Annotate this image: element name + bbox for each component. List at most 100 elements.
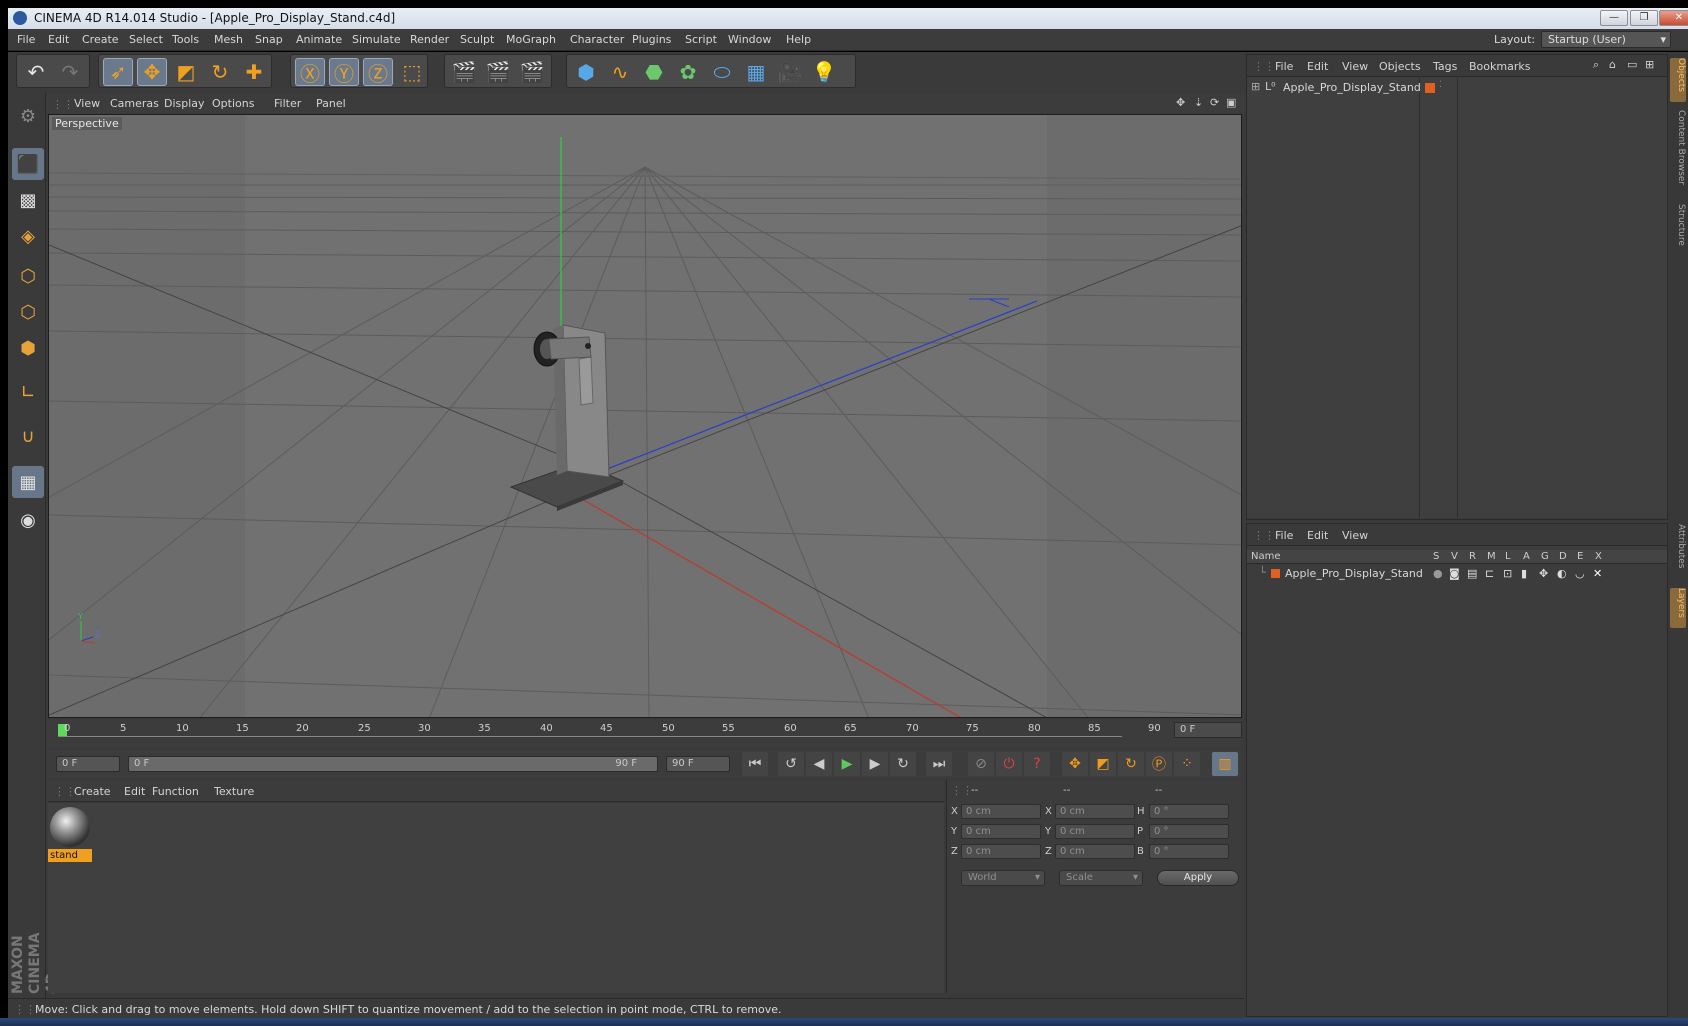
layer-row[interactable]: └ Apple_Pro_Display_Stand ● ◙ ▤ ⊏ ⊡ ▮ ✥ … (1247, 566, 1667, 582)
col-manager[interactable]: M (1487, 551, 1496, 562)
menu-animate[interactable]: Animate (296, 33, 342, 46)
record-keys-icon[interactable]: ⊘ (968, 752, 994, 776)
xref-toggle-icon[interactable]: ✕ (1593, 567, 1602, 580)
light-icon[interactable]: 💡 (809, 58, 839, 86)
points-mode-icon[interactable]: ⬡ (12, 260, 44, 292)
apply-button[interactable]: Apply (1157, 870, 1239, 886)
menu-create[interactable]: Create (82, 33, 119, 46)
menu-plugins[interactable]: Plugins (632, 33, 671, 46)
cube-icon[interactable]: ⬢ (571, 58, 601, 86)
viewport-menu-filter[interactable]: Filter (274, 97, 301, 110)
visibility-dots-icon[interactable]: ⁚ (1439, 80, 1442, 90)
solo-toggle-icon[interactable]: ● (1433, 567, 1443, 580)
perspective-viewport[interactable]: Y Z Perspective (48, 114, 1242, 718)
undo-icon[interactable]: ↶ (21, 58, 51, 86)
size-y-field[interactable]: 0 cm (1055, 824, 1135, 839)
make-editable-icon[interactable]: ⚙ (12, 100, 44, 132)
manager-toggle-icon[interactable]: ⊏ (1485, 567, 1494, 580)
size-x-field[interactable]: 0 cm (1055, 804, 1135, 819)
snap-magnet-icon[interactable]: ∪ (12, 420, 44, 452)
timeline-window-icon[interactable]: ▥ (1212, 752, 1238, 776)
live-selection-icon[interactable]: ➶ (103, 58, 133, 86)
axis-mode-icon[interactable]: ∟ (12, 376, 44, 408)
edges-mode-icon[interactable]: ⬡ (12, 296, 44, 328)
tab-layers[interactable]: Layers (1670, 588, 1686, 628)
menu-script[interactable]: Script (685, 33, 717, 46)
col-expressions[interactable]: E (1577, 551, 1583, 562)
material-menu-texture[interactable]: Texture (214, 785, 254, 798)
timeline-ruler[interactable]: 0 5 10 15 20 25 30 35 40 45 50 55 60 65 … (48, 720, 1242, 748)
x-axis-lock-icon[interactable]: Ⓧ (295, 58, 325, 86)
lock-toggle-icon[interactable]: ⊡ (1503, 567, 1512, 580)
record-parameter-icon[interactable]: Ⓟ (1146, 752, 1172, 776)
viewport-zoom-icon[interactable]: ⇣ (1194, 96, 1203, 109)
viewport-maximize-icon[interactable]: ▣ (1226, 96, 1236, 109)
render-settings-icon[interactable]: 🎬 (517, 58, 547, 86)
material-menu-create[interactable]: Create (74, 785, 111, 798)
menu-sculpt[interactable]: Sculpt (460, 33, 494, 46)
viewport-menu-panel[interactable]: Panel (316, 97, 346, 110)
floor-icon[interactable]: ▦ (741, 58, 771, 86)
maximize-button[interactable]: ❐ (1630, 10, 1658, 26)
max-time-field[interactable]: 90 F (666, 756, 730, 772)
tab-objects[interactable]: Objects (1670, 58, 1686, 102)
layers-menu-file[interactable]: File (1275, 529, 1293, 542)
layer-color-tag[interactable] (1425, 83, 1435, 93)
objects-menu-edit[interactable]: Edit (1307, 60, 1328, 73)
go-to-start-icon[interactable]: ⏮ (742, 752, 768, 776)
objects-menu-bookmarks[interactable]: Bookmarks (1469, 60, 1530, 73)
layers-menu-edit[interactable]: Edit (1307, 529, 1328, 542)
collapse-icon[interactable]: ▭ (1627, 58, 1637, 71)
texture-mode-icon[interactable]: ▩ (12, 184, 44, 216)
rot-p-field[interactable]: 0 ° (1149, 824, 1229, 839)
view-toggle-icon[interactable]: ◙ (1449, 567, 1460, 580)
expression-toggle-icon[interactable]: ◡ (1575, 567, 1585, 580)
menu-mesh[interactable]: Mesh (214, 33, 243, 46)
pos-x-field[interactable]: 0 cm (961, 804, 1041, 819)
keyframe-selection-icon[interactable]: ? (1024, 752, 1050, 776)
objects-menu-file[interactable]: File (1275, 60, 1293, 73)
record-pla-icon[interactable]: ⁘ (1174, 752, 1200, 776)
tab-structure[interactable]: Structure (1670, 204, 1686, 256)
menu-file[interactable]: File (17, 33, 35, 46)
material-menu-edit[interactable]: Edit (124, 785, 145, 798)
menu-help[interactable]: Help (786, 33, 811, 46)
spline-pen-icon[interactable]: ∿ (605, 58, 635, 86)
objects-menu-tags[interactable]: Tags (1433, 60, 1457, 73)
cloner-icon[interactable]: ✿ (673, 58, 703, 86)
layers-menu-view[interactable]: View (1342, 529, 1368, 542)
workplane-lock-icon[interactable]: ▦ (12, 466, 44, 498)
col-name[interactable]: Name (1251, 551, 1281, 562)
search-icon[interactable]: ⌕ (1593, 58, 1599, 72)
subdivision-surface-icon[interactable]: ⬣ (639, 58, 669, 86)
viewport-pan-icon[interactable]: ✥ (1176, 96, 1185, 109)
generator-toggle-icon[interactable]: ✥ (1539, 567, 1548, 580)
size-z-field[interactable]: 0 cm (1055, 844, 1135, 859)
next-frame-icon[interactable]: ▶ (862, 752, 888, 776)
viewport-menu-display[interactable]: Display (164, 97, 205, 110)
record-scale-icon[interactable]: ◩ (1090, 752, 1116, 776)
col-render[interactable]: R (1469, 551, 1476, 562)
render-picture-viewer-icon[interactable]: 🎬 (483, 58, 513, 86)
move-tool-icon[interactable]: ✥ (137, 58, 167, 86)
rotate-tool-icon[interactable]: ↻ (205, 58, 235, 86)
y-axis-lock-icon[interactable]: Ⓨ (329, 58, 359, 86)
objects-menu-view[interactable]: View (1342, 60, 1368, 73)
menu-tools[interactable]: Tools (172, 33, 199, 46)
col-locked[interactable]: L (1505, 551, 1511, 562)
record-position-icon[interactable]: ✥ (1062, 752, 1088, 776)
home-icon[interactable]: ⌂ (1609, 58, 1616, 71)
go-to-end-icon[interactable]: ⏭ (926, 752, 952, 776)
tab-content-browser[interactable]: Content Browser (1670, 110, 1686, 194)
autokey-icon[interactable]: ⏻ (996, 752, 1022, 776)
material-menu-function[interactable]: Function (152, 785, 199, 798)
menu-select[interactable]: Select (129, 33, 163, 46)
viewport-menu-cameras[interactable]: Cameras (110, 97, 159, 110)
camera-icon[interactable]: 🎥 (775, 58, 805, 86)
col-solo[interactable]: S (1433, 551, 1439, 562)
new-panel-icon[interactable]: ⊞ (1645, 58, 1654, 71)
material-swatch[interactable]: stand (48, 803, 94, 865)
min-time-field[interactable]: 0 F (56, 756, 120, 772)
pos-z-field[interactable]: 0 cm (961, 844, 1041, 859)
object-row[interactable]: ⊞ L⁰ Apple_Pro_Display_Stand ⁚ (1247, 80, 1667, 96)
